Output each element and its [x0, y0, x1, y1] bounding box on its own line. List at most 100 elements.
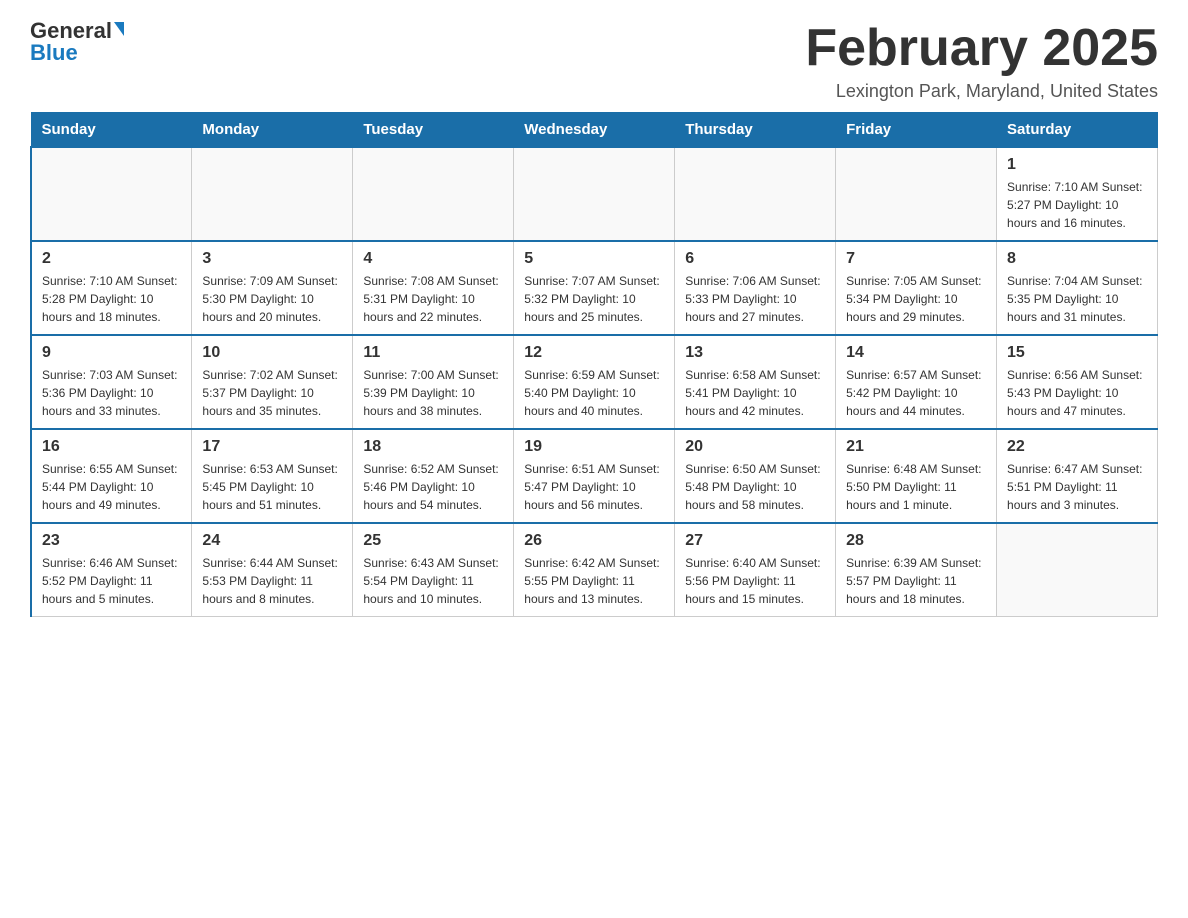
day-info: Sunrise: 7:06 AM Sunset: 5:33 PM Dayligh…	[685, 272, 825, 326]
day-number: 25	[363, 532, 503, 550]
calendar-cell: 14Sunrise: 6:57 AM Sunset: 5:42 PM Dayli…	[836, 335, 997, 429]
calendar-cell: 24Sunrise: 6:44 AM Sunset: 5:53 PM Dayli…	[192, 523, 353, 617]
day-number: 12	[524, 344, 664, 362]
calendar-header: SundayMondayTuesdayWednesdayThursdayFrid…	[31, 113, 1158, 148]
day-number: 28	[846, 532, 986, 550]
calendar-cell: 15Sunrise: 6:56 AM Sunset: 5:43 PM Dayli…	[997, 335, 1158, 429]
day-info: Sunrise: 6:42 AM Sunset: 5:55 PM Dayligh…	[524, 554, 664, 608]
day-info: Sunrise: 7:10 AM Sunset: 5:27 PM Dayligh…	[1007, 178, 1147, 232]
day-number: 21	[846, 438, 986, 456]
header-day-saturday: Saturday	[997, 113, 1158, 148]
calendar-cell: 27 Sunrise: 6:40 AM Sunset: 5:56 PM Dayli…	[675, 523, 836, 617]
day-info: Sunrise: 6:50 AM Sunset: 5:48 PM Dayligh…	[685, 460, 825, 514]
day-info: Sunrise: 6:47 AM Sunset: 5:51 PM Dayligh…	[1007, 460, 1147, 514]
calendar-cell: 5Sunrise: 7:07 AM Sunset: 5:32 PM Daylig…	[514, 241, 675, 335]
calendar-table: SundayMondayTuesdayWednesdayThursdayFrid…	[30, 112, 1158, 617]
calendar-cell: 16 Sunrise: 6:55 AM Sunset: 5:44 PM Dayli…	[31, 429, 192, 523]
day-number: 19	[524, 438, 664, 456]
calendar-cell	[836, 147, 997, 241]
week-row-1: 1 Sunrise: 7:10 AM Sunset: 5:27 PM Daylig…	[31, 147, 1158, 241]
calendar-cell: 20 Sunrise: 6:50 AM Sunset: 5:48 PM Dayli…	[675, 429, 836, 523]
day-number: 6	[685, 250, 825, 268]
calendar-cell: 9 Sunrise: 7:03 AM Sunset: 5:36 PM Daylig…	[31, 335, 192, 429]
day-info: Sunrise: 7:02 AM Sunset: 5:37 PM Dayligh…	[202, 366, 342, 420]
day-info: Sunrise: 7:03 AM Sunset: 5:36 PM Dayligh…	[42, 366, 181, 420]
calendar-cell: 21 Sunrise: 6:48 AM Sunset: 5:50 PM Dayli…	[836, 429, 997, 523]
header-day-tuesday: Tuesday	[353, 113, 514, 148]
day-info: Sunrise: 7:08 AM Sunset: 5:31 PM Dayligh…	[363, 272, 503, 326]
calendar-cell: 25 Sunrise: 6:43 AM Sunset: 5:54 PM Dayli…	[353, 523, 514, 617]
title-block: February 2025 Lexington Park, Maryland, …	[805, 20, 1158, 102]
calendar-cell	[675, 147, 836, 241]
calendar-cell: 10 Sunrise: 7:02 AM Sunset: 5:37 PM Dayli…	[192, 335, 353, 429]
calendar-body: 1 Sunrise: 7:10 AM Sunset: 5:27 PM Daylig…	[31, 147, 1158, 617]
page-subtitle: Lexington Park, Maryland, United States	[805, 81, 1158, 102]
day-number: 11	[363, 344, 503, 362]
day-info: Sunrise: 6:44 AM Sunset: 5:53 PM Dayligh…	[202, 554, 342, 608]
day-info: Sunrise: 6:52 AM Sunset: 5:46 PM Dayligh…	[363, 460, 503, 514]
day-number: 8	[1007, 250, 1147, 268]
calendar-cell: 6 Sunrise: 7:06 AM Sunset: 5:33 PM Daylig…	[675, 241, 836, 335]
day-number: 15	[1007, 344, 1147, 362]
header-row: SundayMondayTuesdayWednesdayThursdayFrid…	[31, 113, 1158, 148]
calendar-cell: 11 Sunrise: 7:00 AM Sunset: 5:39 PM Dayli…	[353, 335, 514, 429]
header-day-monday: Monday	[192, 113, 353, 148]
day-info: Sunrise: 7:04 AM Sunset: 5:35 PM Dayligh…	[1007, 272, 1147, 326]
logo-general-text: General	[30, 20, 112, 42]
header-day-wednesday: Wednesday	[514, 113, 675, 148]
day-info: Sunrise: 7:10 AM Sunset: 5:28 PM Dayligh…	[42, 272, 181, 326]
calendar-cell	[192, 147, 353, 241]
day-info: Sunrise: 6:53 AM Sunset: 5:45 PM Dayligh…	[202, 460, 342, 514]
day-info: Sunrise: 6:40 AM Sunset: 5:56 PM Dayligh…	[685, 554, 825, 608]
page-title: February 2025	[805, 20, 1158, 77]
day-number: 10	[202, 344, 342, 362]
day-number: 27	[685, 532, 825, 550]
day-number: 13	[685, 344, 825, 362]
day-number: 9	[42, 344, 181, 362]
day-info: Sunrise: 6:59 AM Sunset: 5:40 PM Dayligh…	[524, 366, 664, 420]
day-info: Sunrise: 6:55 AM Sunset: 5:44 PM Dayligh…	[42, 460, 181, 514]
day-number: 16	[42, 438, 181, 456]
calendar-cell	[514, 147, 675, 241]
day-info: Sunrise: 6:39 AM Sunset: 5:57 PM Dayligh…	[846, 554, 986, 608]
calendar-cell	[353, 147, 514, 241]
calendar-cell: 26 Sunrise: 6:42 AM Sunset: 5:55 PM Dayli…	[514, 523, 675, 617]
day-number: 26	[524, 532, 664, 550]
day-number: 20	[685, 438, 825, 456]
day-info: Sunrise: 6:43 AM Sunset: 5:54 PM Dayligh…	[363, 554, 503, 608]
calendar-cell: 18 Sunrise: 6:52 AM Sunset: 5:46 PM Dayli…	[353, 429, 514, 523]
calendar-cell: 8 Sunrise: 7:04 AM Sunset: 5:35 PM Daylig…	[997, 241, 1158, 335]
calendar-cell: 7 Sunrise: 7:05 AM Sunset: 5:34 PM Daylig…	[836, 241, 997, 335]
week-row-2: 2Sunrise: 7:10 AM Sunset: 5:28 PM Daylig…	[31, 241, 1158, 335]
day-info: Sunrise: 7:00 AM Sunset: 5:39 PM Dayligh…	[363, 366, 503, 420]
calendar-cell: 13 Sunrise: 6:58 AM Sunset: 5:41 PM Dayli…	[675, 335, 836, 429]
calendar-cell: 28 Sunrise: 6:39 AM Sunset: 5:57 PM Dayli…	[836, 523, 997, 617]
day-number: 17	[202, 438, 342, 456]
day-info: Sunrise: 7:05 AM Sunset: 5:34 PM Dayligh…	[846, 272, 986, 326]
header-day-thursday: Thursday	[675, 113, 836, 148]
day-info: Sunrise: 6:58 AM Sunset: 5:41 PM Dayligh…	[685, 366, 825, 420]
day-number: 3	[202, 250, 342, 268]
calendar-cell: 4 Sunrise: 7:08 AM Sunset: 5:31 PM Daylig…	[353, 241, 514, 335]
calendar-cell	[997, 523, 1158, 617]
day-info: Sunrise: 6:46 AM Sunset: 5:52 PM Dayligh…	[42, 554, 181, 608]
day-info: Sunrise: 7:09 AM Sunset: 5:30 PM Dayligh…	[202, 272, 342, 326]
logo-triangle-icon	[114, 22, 124, 36]
day-number: 7	[846, 250, 986, 268]
day-info: Sunrise: 6:48 AM Sunset: 5:50 PM Dayligh…	[846, 460, 986, 514]
week-row-4: 16 Sunrise: 6:55 AM Sunset: 5:44 PM Dayli…	[31, 429, 1158, 523]
week-row-5: 23 Sunrise: 6:46 AM Sunset: 5:52 PM Dayli…	[31, 523, 1158, 617]
day-number: 23	[42, 532, 181, 550]
day-info: Sunrise: 7:07 AM Sunset: 5:32 PM Dayligh…	[524, 272, 664, 326]
day-number: 1	[1007, 156, 1147, 174]
day-number: 14	[846, 344, 986, 362]
page-header: General Blue February 2025 Lexington Par…	[30, 20, 1158, 102]
logo: General Blue	[30, 20, 124, 64]
calendar-cell: 1 Sunrise: 7:10 AM Sunset: 5:27 PM Daylig…	[997, 147, 1158, 241]
week-row-3: 9 Sunrise: 7:03 AM Sunset: 5:36 PM Daylig…	[31, 335, 1158, 429]
calendar-cell: 2Sunrise: 7:10 AM Sunset: 5:28 PM Daylig…	[31, 241, 192, 335]
day-number: 18	[363, 438, 503, 456]
day-number: 4	[363, 250, 503, 268]
calendar-cell: 17 Sunrise: 6:53 AM Sunset: 5:45 PM Dayli…	[192, 429, 353, 523]
day-number: 22	[1007, 438, 1147, 456]
